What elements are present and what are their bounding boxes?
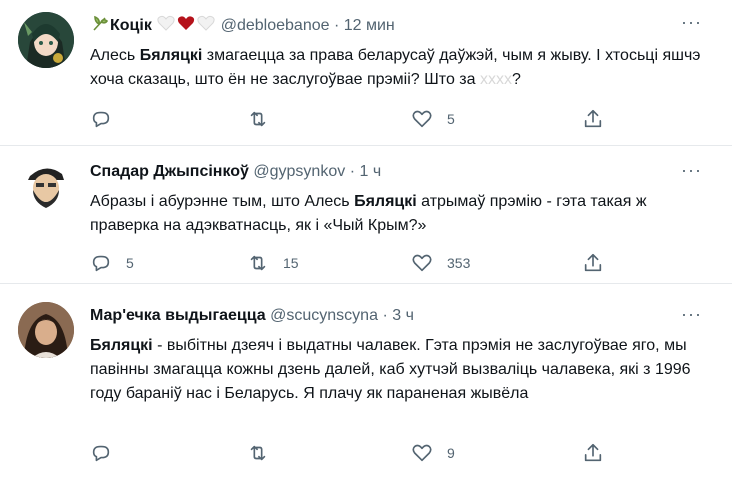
more-options-icon[interactable]: ··· [681,12,702,33]
overlapping-text: xxxx [479,71,512,88]
red-heart-icon [177,15,195,37]
more-options-icon[interactable]: ··· [681,160,702,181]
like-button[interactable]: 9 [411,442,455,464]
share-button[interactable] [582,108,604,130]
white-heart-icon [197,15,215,37]
heart-icon [412,110,432,128]
reply-button[interactable] [90,442,126,464]
bearded-man-avatar-icon [18,158,74,214]
retweet-button[interactable]: 15 [247,252,299,274]
tweet[interactable]: Коцік @debloebanoe · 12 мин ··· Алесь Бя… [0,0,732,146]
tweet-feed: Коцік @debloebanoe · 12 мин ··· Алесь Бя… [0,0,732,486]
like-button[interactable]: 5 [411,108,455,130]
author-handle[interactable]: @debloebanoe [221,17,330,34]
tweet[interactable]: Мар'ечка выдыгаецца @scucynscyna · 3 ч ·… [0,284,732,486]
tweet[interactable]: Спадар Джыпсінкоў @gypsynkov · 1 ч ··· А… [0,146,732,284]
tweet-text: Алесь Бяляцкі змагаецца за права беларус… [90,47,701,88]
share-button[interactable] [582,252,604,274]
reply-icon [92,111,110,128]
heart-icon [412,254,432,272]
like-button[interactable]: 353 [411,252,470,274]
reply-button[interactable]: 5 [90,252,134,274]
tweet-header: Коцік @debloebanoe · 12 мин [90,14,395,38]
hashtag-bold: Бяляцкі [139,47,203,64]
tweet-time[interactable]: 1 ч [359,163,381,180]
author-handle[interactable]: @gypsynkov [253,163,345,180]
white-heart-icon [157,15,175,37]
more-options-icon[interactable]: ··· [681,304,702,325]
retweet-button[interactable] [247,442,283,464]
reply-icon [92,255,110,272]
retweet-icon [250,445,266,461]
heart-icon [412,444,432,462]
plant-emoji-icon [91,14,109,38]
avatar[interactable] [18,12,74,68]
tweet-actions: 9 [90,442,630,466]
reply-icon [92,445,110,462]
avatar[interactable] [18,302,74,358]
tweet-actions: 5 15 353 [90,252,630,276]
tweet-time[interactable]: 12 мин [344,17,395,34]
author-name[interactable]: Коцік [110,17,152,34]
retweet-icon [250,111,266,127]
reply-button[interactable] [90,108,126,130]
tweet-text: Абразы і абурэнне тым, што Алесь Бяляцкі… [90,193,647,234]
anime-avatar-icon [18,12,74,68]
share-icon [584,253,602,272]
share-button[interactable] [582,442,604,464]
tweet-header: Спадар Джыпсінкоў @gypsynkov · 1 ч [90,162,381,182]
woman-avatar-icon [18,302,74,358]
author-handle[interactable]: @scucynscyna [270,307,378,324]
separator-dot: · [349,163,356,180]
tweet-time[interactable]: 3 ч [392,307,414,324]
author-name[interactable]: Мар'ечка выдыгаецца [90,307,266,324]
tweet-header: Мар'ечка выдыгаецца @scucynscyna · 3 ч [90,306,414,326]
separator-dot: · [382,307,388,324]
tweet-actions: 5 [90,108,630,132]
share-icon [584,109,602,128]
retweet-icon [250,255,266,271]
author-name[interactable]: Спадар Джыпсінкоў [90,163,249,180]
share-icon [584,443,602,462]
tweet-text: Бяляцкі - выбітны дзеяч і выдатны чалаве… [90,337,691,402]
retweet-button[interactable] [247,108,283,130]
avatar[interactable] [18,158,74,214]
separator-dot: · [333,17,340,35]
